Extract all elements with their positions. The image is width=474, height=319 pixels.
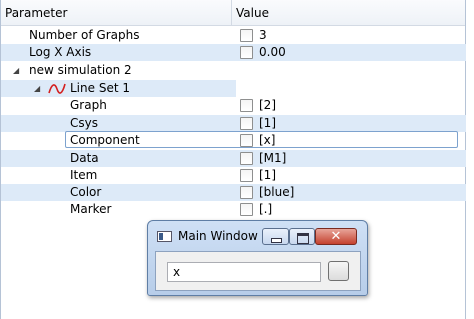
row-label: Graph [70, 98, 107, 112]
row-value[interactable]: [x] [259, 132, 275, 149]
collapse-arrow-icon[interactable]: ◢ [34, 80, 40, 97]
row-number-of-graphs[interactable]: Number of Graphs 3 [1, 27, 465, 44]
main-window-dialog[interactable]: Main Window ✕ [147, 220, 368, 296]
text-input[interactable] [167, 262, 321, 282]
window-app-icon [157, 231, 172, 242]
row-log-x-axis[interactable]: Log X Axis 0.00 [1, 44, 466, 61]
row-new-simulation-2[interactable]: ◢ new simulation 2 [1, 62, 465, 79]
row-value[interactable]: [2] [259, 97, 276, 114]
row-label: Component [70, 133, 140, 147]
collapse-arrow-icon[interactable]: ◢ [13, 62, 19, 79]
row-csys[interactable]: Csys [1] [1, 115, 466, 132]
close-icon: ✕ [330, 229, 342, 244]
maximize-button[interactable] [289, 228, 315, 245]
row-checkbox[interactable] [240, 169, 253, 182]
row-label: Log X Axis [29, 45, 92, 59]
close-button[interactable]: ✕ [315, 228, 357, 245]
row-checkbox[interactable] [240, 134, 253, 147]
row-label: Marker [70, 202, 112, 216]
line-set-curve-icon [48, 83, 66, 94]
row-label: Number of Graphs [29, 28, 140, 42]
row-data[interactable]: Data [M1] [1, 150, 466, 167]
row-checkbox[interactable] [240, 46, 253, 59]
row-checkbox[interactable] [240, 186, 253, 199]
row-marker[interactable]: Marker [.] [1, 201, 465, 218]
row-component[interactable]: Component [x] [1, 132, 465, 149]
row-label: Color [70, 185, 102, 199]
row-item[interactable]: Item [1] [1, 167, 465, 184]
row-label: Item [70, 168, 98, 182]
row-checkbox[interactable] [240, 203, 253, 216]
window-client-area [155, 251, 361, 291]
row-value[interactable]: [.] [259, 201, 272, 218]
row-value[interactable]: [blue] [259, 184, 294, 201]
grid-header: Parameter Value [1, 0, 465, 26]
action-button[interactable] [328, 261, 349, 281]
row-value[interactable]: [M1] [259, 150, 286, 167]
row-value[interactable]: 0.00 [259, 44, 286, 61]
row-checkbox[interactable] [240, 99, 253, 112]
row-checkbox[interactable] [240, 29, 253, 42]
row-label: Data [70, 151, 99, 165]
row-label: Line Set 1 [70, 81, 130, 95]
row-value[interactable]: [1] [259, 167, 276, 184]
column-header-parameter[interactable]: Parameter [1, 0, 232, 26]
row-checkbox[interactable] [240, 152, 253, 165]
column-header-value[interactable]: Value [233, 0, 465, 26]
row-label: new simulation 2 [29, 63, 132, 77]
row-label: Csys [70, 116, 98, 130]
minimize-button[interactable] [262, 228, 289, 245]
row-value[interactable]: [1] [259, 115, 276, 132]
row-graph[interactable]: Graph [2] [1, 97, 465, 114]
window-title: Main Window [178, 229, 258, 243]
row-checkbox[interactable] [240, 117, 253, 130]
row-color[interactable]: Color [blue] [1, 184, 466, 201]
row-line-set-1[interactable]: ◢ Line Set 1 [1, 80, 465, 97]
row-value[interactable]: 3 [259, 27, 267, 44]
